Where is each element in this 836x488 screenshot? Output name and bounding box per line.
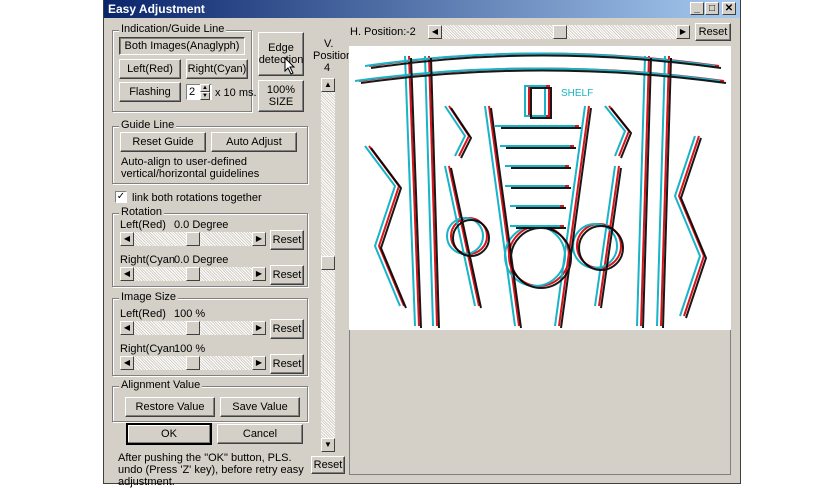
rotation-right-label: Right(Cyan <box>120 254 176 266</box>
cancel-button[interactable]: Cancel <box>217 424 303 444</box>
h-position-label: H. Position: <box>350 26 407 38</box>
reset-guide-button[interactable]: Reset Guide <box>120 132 206 152</box>
rotation-legend: Rotation <box>119 206 164 218</box>
size-left-value: 100 % <box>174 308 206 320</box>
right-cyan-button[interactable]: Right(Cyan) <box>186 59 248 79</box>
size-right-reset-button[interactable]: Reset <box>270 354 304 374</box>
easy-adjustment-window: Easy Adjustment _ □ ✕ Indication/Guide L… <box>103 0 741 488</box>
v-position-label-1: V. <box>324 38 334 50</box>
h-position-left-icon[interactable]: ◀ <box>428 25 442 39</box>
image-size-legend: Image Size <box>119 291 179 303</box>
rotation-right-arrow-left-icon[interactable]: ◀ <box>120 267 134 281</box>
auto-adjust-button[interactable]: Auto Adjust <box>211 132 297 152</box>
v-position-up-icon[interactable]: ▲ <box>321 78 335 92</box>
h-position-right-icon[interactable]: ▶ <box>676 25 690 39</box>
rotation-right-reset-button[interactable]: Reset <box>270 265 304 285</box>
title-bar[interactable]: Easy Adjustment _ □ ✕ <box>104 0 740 18</box>
left-red-button[interactable]: Left(Red) <box>119 59 181 79</box>
guide-line-note: Auto-align to user-defined vertical/hori… <box>121 156 260 180</box>
anaglyph-preview[interactable]: SHELF <box>349 46 731 330</box>
mouse-cursor-icon <box>284 57 296 75</box>
spinner-down-icon[interactable]: ▼ <box>200 92 210 100</box>
link-rotations-label: link both rotations together <box>132 192 262 204</box>
v-position-down-icon[interactable]: ▼ <box>321 438 335 452</box>
rotation-left-label: Left(Red) <box>120 219 166 231</box>
rotation-left-arrow-right-icon[interactable]: ▶ <box>252 232 266 246</box>
size-left-thumb[interactable] <box>186 321 200 335</box>
h-position-thumb[interactable] <box>553 25 567 39</box>
spinner-up-icon[interactable]: ▲ <box>200 84 210 92</box>
size-left-arrow-left-icon[interactable]: ◀ <box>120 321 134 335</box>
v-position-value: 4 <box>324 62 331 74</box>
link-rotations-checkbox[interactable]: ✓ <box>115 191 127 203</box>
restore-value-button[interactable]: Restore Value <box>125 397 215 417</box>
size-100-button[interactable]: 100% SIZE <box>258 80 304 112</box>
both-images-button[interactable]: Both Images(Anaglyph) <box>119 37 245 55</box>
v-position-label-2: Position <box>313 50 353 62</box>
size-right-label: Right(Cyan <box>120 343 176 355</box>
rotation-left-reset-button[interactable]: Reset <box>270 230 304 250</box>
v-position-thumb[interactable] <box>321 256 335 270</box>
minimize-button[interactable]: _ <box>690 2 704 15</box>
v-position-reset-button[interactable]: Reset <box>311 456 345 474</box>
flash-unit-label: x 10 ms. <box>215 87 257 99</box>
ok-button[interactable]: OK <box>126 423 212 445</box>
h-position-reset-button[interactable]: Reset <box>695 23 731 41</box>
window-title: Easy Adjustment <box>108 2 205 16</box>
alignment-legend: Alignment Value <box>119 379 203 391</box>
footer-note: After pushing the "OK" button, PLS. undo… <box>118 452 304 488</box>
save-value-button[interactable]: Save Value <box>220 397 300 417</box>
indication-legend: Indication/Guide Line <box>119 23 227 35</box>
rotation-right-value: 0.0 Degree <box>174 254 229 266</box>
guide-line-legend: Guide Line <box>119 119 177 131</box>
rotation-left-value: 0.0 Degree <box>174 219 229 231</box>
rotation-right-arrow-right-icon[interactable]: ▶ <box>252 267 266 281</box>
preview-sign-text: SHELF <box>561 88 593 99</box>
preview-edge-image: SHELF <box>354 52 727 329</box>
size-right-arrow-left-icon[interactable]: ◀ <box>120 356 134 370</box>
size-left-arrow-right-icon[interactable]: ▶ <box>252 321 266 335</box>
size-left-reset-button[interactable]: Reset <box>270 319 304 339</box>
preview-background-area <box>349 330 731 475</box>
rotation-left-thumb[interactable] <box>186 232 200 246</box>
size-right-thumb[interactable] <box>186 356 200 370</box>
maximize-button[interactable]: □ <box>705 2 719 15</box>
size-right-value: 100 % <box>174 343 206 355</box>
close-button[interactable]: ✕ <box>722 2 736 15</box>
size-left-label: Left(Red) <box>120 308 166 320</box>
size-right-arrow-right-icon[interactable]: ▶ <box>252 356 266 370</box>
h-position-value: -2 <box>406 26 416 38</box>
flash-interval-value: 2 <box>189 86 196 98</box>
flashing-button[interactable]: Flashing <box>119 82 181 102</box>
rotation-right-thumb[interactable] <box>186 267 200 281</box>
rotation-left-arrow-left-icon[interactable]: ◀ <box>120 232 134 246</box>
edge-detection-button[interactable]: Edge detection <box>258 32 304 76</box>
